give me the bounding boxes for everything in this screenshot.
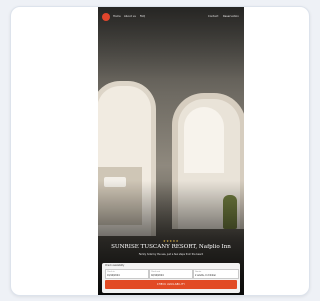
nav-link-reservation[interactable]: Reservation bbox=[223, 15, 239, 18]
mobile-page-preview: Home About us FAQ Contact Reservation ★★… bbox=[98, 7, 244, 295]
guests-field[interactable]: Guests 2 adults, 0 children bbox=[193, 269, 239, 279]
nav-link-about[interactable]: About us bbox=[124, 15, 136, 18]
hero-title: SUNRISE TUSCANY RESORT, Nafplio Inn bbox=[111, 244, 231, 250]
guests-label: Guests bbox=[195, 270, 202, 273]
check-in-field[interactable]: Check in 01/10/2024 bbox=[105, 269, 149, 279]
top-navigation: Home About us FAQ Contact Reservation bbox=[98, 12, 244, 24]
booking-heading: Check availability bbox=[105, 264, 125, 267]
preview-card: Home About us FAQ Contact Reservation ★★… bbox=[10, 6, 310, 296]
logo-icon[interactable] bbox=[102, 13, 110, 21]
check-in-value: 01/10/2024 bbox=[107, 273, 120, 277]
check-in-label: Check in bbox=[107, 270, 115, 273]
check-availability-button[interactable]: CHECK AVAILABILITY bbox=[105, 280, 237, 289]
guests-value: 2 adults, 0 children bbox=[195, 273, 217, 277]
nav-link-faq[interactable]: FAQ bbox=[140, 15, 145, 18]
nav-link-contact[interactable]: Contact bbox=[208, 15, 218, 18]
check-out-label: Check out bbox=[151, 270, 161, 273]
hero-subtitle: Family hotel by the sea, just a few step… bbox=[138, 253, 204, 256]
check-out-value: 02/10/2024 bbox=[151, 273, 164, 277]
nav-link-home[interactable]: Home bbox=[113, 15, 121, 18]
star-rating: ★★★★★ bbox=[163, 239, 179, 243]
check-out-field[interactable]: Check out 02/10/2024 bbox=[149, 269, 193, 279]
booking-widget: Check availability Check in 01/10/2024 C… bbox=[102, 263, 240, 293]
